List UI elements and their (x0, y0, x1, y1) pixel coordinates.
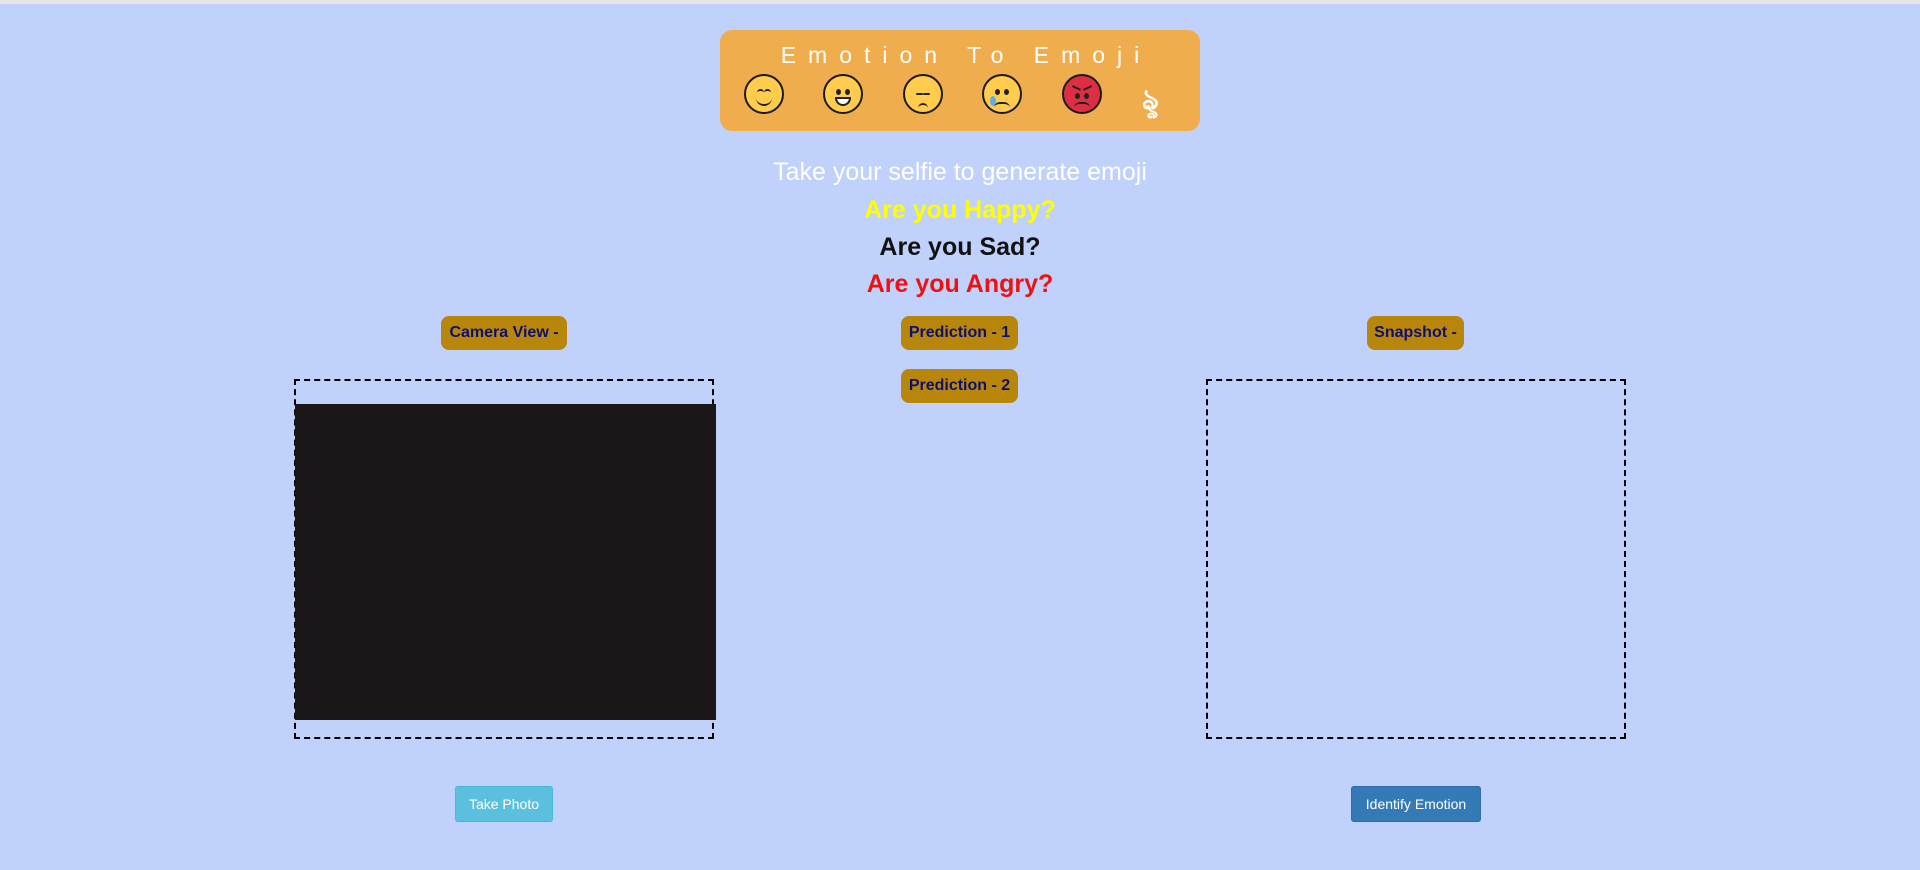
snapshot-label: Snapshot - (1367, 316, 1464, 350)
identify-emotion-button[interactable]: Identify Emotion (1351, 786, 1481, 822)
prediction-2-label: Prediction - 2 (901, 369, 1018, 403)
angry-face-icon (1062, 74, 1102, 114)
app-title: Emotion To Emoji (780, 42, 1152, 68)
snapshot-frame (1206, 379, 1626, 739)
pensive-face-icon (903, 74, 943, 114)
grinning-face-icon (823, 74, 863, 114)
camera-view-label: Camera View - (441, 316, 567, 350)
header-banner: Emotion To Emoji ৡ (720, 30, 1200, 131)
prediction-1-label: Prediction - 1 (901, 316, 1018, 350)
angry-question: Are you Angry? (866, 270, 1054, 298)
selfie-instruction: Take your selfie to generate emoji (773, 158, 1147, 186)
top-border (0, 0, 1920, 4)
camera-feed (295, 404, 716, 720)
crying-face-icon (982, 74, 1022, 114)
smiling-face-icon (744, 74, 784, 114)
take-photo-button[interactable]: Take Photo (455, 786, 553, 822)
squiggle-icon: ৡ (1142, 84, 1159, 115)
happy-question: Are you Happy? (864, 196, 1056, 224)
sad-question: Are you Sad? (879, 233, 1041, 261)
